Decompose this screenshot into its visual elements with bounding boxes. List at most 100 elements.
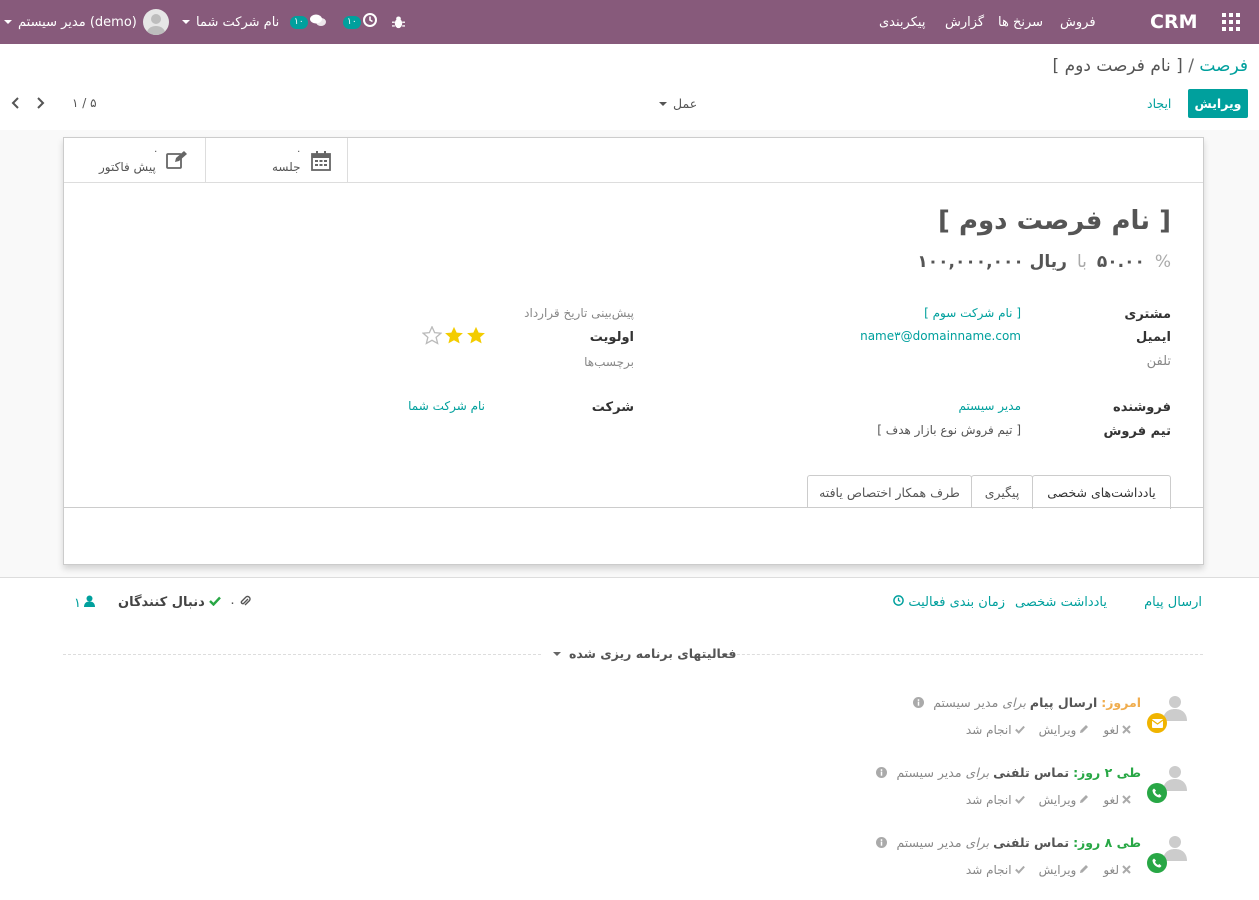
comments-icon xyxy=(309,14,326,31)
breadcrumb-parent[interactable]: فرصت xyxy=(1199,56,1248,76)
planned-activities-toggle[interactable]: فعالیتهای برنامه ریزی شده xyxy=(553,646,736,661)
pager-previous-icon[interactable] xyxy=(10,97,20,113)
cancel-activity-button[interactable]: لغو xyxy=(1103,863,1131,877)
phone-icon xyxy=(1147,853,1167,873)
followers-button[interactable]: ۱ xyxy=(74,595,95,611)
smart-button-box: ۰ پیش فاکتور ۰ جلسه xyxy=(64,138,1203,183)
info-icon[interactable] xyxy=(913,697,925,712)
email-link[interactable]: name۳@domainname.com xyxy=(860,329,1021,343)
messaging-menu[interactable]: ۱۰ xyxy=(290,0,326,44)
activity-for: برای xyxy=(965,835,990,850)
customer-label: مشتری xyxy=(1124,307,1171,322)
activity-due: امروز: xyxy=(1101,695,1141,710)
activity-type: ارسال پیام xyxy=(1029,695,1098,710)
expected-closing-label: پیش‌بینی تاریخ قرارداد xyxy=(524,306,634,320)
activities-menu[interactable]: ۱۰ xyxy=(343,0,377,44)
edit-activity-button[interactable]: ویرایش xyxy=(1039,863,1090,877)
tab-followup[interactable]: پیگیری xyxy=(971,475,1033,508)
breadcrumb-current: [ نام فرصت دوم ] xyxy=(1052,56,1183,76)
salesperson-label: فروشنده xyxy=(1113,400,1171,415)
user-icon xyxy=(83,595,95,611)
activity-for: برای xyxy=(1002,695,1026,710)
caret-down-icon xyxy=(553,651,561,656)
tab-assigned-partner[interactable]: طرف همکار اختصاص یافته xyxy=(807,475,972,508)
salesperson-link[interactable]: مدیر سیستم xyxy=(959,399,1022,413)
cancel-activity-button[interactable]: لغو xyxy=(1103,793,1131,807)
record-title: [ نام فرصت دوم ] xyxy=(938,206,1171,236)
tab-internal-notes[interactable]: یادداشت‌های شخصی xyxy=(1032,475,1171,509)
percent-sign: % xyxy=(1154,252,1171,272)
top-navbar: CRM فروش سرنخ ها گزارش پیکربندی ۱۰ ۱۰ نا… xyxy=(0,0,1259,44)
close-icon xyxy=(1122,723,1131,737)
action-label: عمل xyxy=(673,96,698,111)
app-brand[interactable]: CRM xyxy=(1150,0,1197,44)
calendar-icon xyxy=(311,151,331,175)
user-menu[interactable]: مدیر سیستم (demo) xyxy=(0,0,169,44)
cancel-activity-button[interactable]: لغو xyxy=(1103,723,1131,737)
activity-user: مدیر سیستم xyxy=(896,835,962,850)
followers-count: ۱ xyxy=(74,595,81,611)
mark-done-button[interactable]: انجام شد xyxy=(966,793,1025,807)
schedule-activity-button[interactable]: زمان بندی فعالیت xyxy=(893,595,1005,610)
attachments-button[interactable]: ۰ xyxy=(229,595,251,611)
breadcrumb: فرصت / [ نام فرصت دوم ] xyxy=(1053,56,1248,76)
log-note-button[interactable]: یادداشت شخصی xyxy=(1015,595,1107,610)
action-dropdown[interactable]: عمل xyxy=(659,96,697,111)
probability-value: ۵۰.۰۰ xyxy=(1096,252,1145,272)
edit-document-icon xyxy=(166,151,188,173)
menu-leads[interactable]: سرنخ ها xyxy=(998,0,1043,44)
activity-type: تماس تلفنی xyxy=(993,765,1070,780)
send-message-button[interactable]: ارسال پیام xyxy=(1144,595,1202,610)
meetings-count: ۰ xyxy=(296,146,302,157)
customer-link[interactable]: [ نام شرکت سوم ] xyxy=(924,306,1021,320)
separator-right xyxy=(722,654,1203,655)
control-panel: فرصت / [ نام فرصت دوم ] ویرایش ایجاد عمل… xyxy=(0,44,1259,131)
menu-configuration[interactable]: پیکربندی xyxy=(879,0,925,44)
quotations-smart-button[interactable]: ۰ پیش فاکتور xyxy=(64,138,206,182)
envelope-icon xyxy=(1147,713,1167,733)
priority-label: اولویت xyxy=(589,330,634,345)
close-icon xyxy=(1122,793,1131,807)
edit-button[interactable]: ویرایش xyxy=(1188,89,1248,118)
follow-button[interactable]: دنبال کنندگان xyxy=(118,595,221,610)
sales-team-value[interactable]: [ تیم فروش نوع بازار هدف ] xyxy=(877,423,1021,437)
expected-revenue: ۱۰۰,۰۰۰,۰۰۰ ریال xyxy=(917,252,1067,272)
star-filled-icon[interactable] xyxy=(466,326,486,349)
paperclip-icon xyxy=(239,595,251,611)
menu-reporting[interactable]: گزارش xyxy=(945,0,984,44)
breadcrumb-separator: / xyxy=(1188,56,1194,76)
edit-activity-button[interactable]: ویرایش xyxy=(1039,723,1090,737)
clock-icon xyxy=(893,595,905,610)
activity-type: تماس تلفنی xyxy=(993,835,1070,850)
follow-label: دنبال کنندگان xyxy=(118,595,205,610)
revenue-row: ۱۰۰,۰۰۰,۰۰۰ ریال با ۵۰.۰۰ % xyxy=(917,252,1171,272)
debug-bug-icon[interactable] xyxy=(392,0,405,44)
company-link[interactable]: نام شرکت شما xyxy=(408,399,485,413)
create-button[interactable]: ایجاد xyxy=(1147,96,1171,111)
info-icon[interactable] xyxy=(876,767,888,782)
menu-sales[interactable]: فروش xyxy=(1060,0,1096,44)
pencil-icon xyxy=(1079,793,1089,807)
activity-user: مدیر سیستم xyxy=(933,695,999,710)
pager-next-icon[interactable] xyxy=(36,97,46,113)
star-empty-icon[interactable] xyxy=(421,325,443,349)
info-icon[interactable] xyxy=(876,837,888,852)
chevron-down-icon xyxy=(182,20,190,24)
tab-divider xyxy=(64,507,1203,508)
edit-activity-button[interactable]: ویرایش xyxy=(1039,793,1090,807)
sales-team-label: تیم فروش xyxy=(1103,424,1171,439)
planned-activities-label: فعالیتهای برنامه ریزی شده xyxy=(569,646,737,661)
avatar xyxy=(142,9,169,35)
pager-value[interactable]: ۱ / ۵ xyxy=(72,96,97,110)
company-switcher[interactable]: نام شرکت شما xyxy=(182,0,279,44)
star-filled-icon[interactable] xyxy=(444,326,464,349)
mark-done-button[interactable]: انجام شد xyxy=(966,863,1025,877)
apps-menu-icon[interactable] xyxy=(1222,0,1240,44)
at-label: با xyxy=(1076,252,1087,272)
meetings-smart-button[interactable]: ۰ جلسه xyxy=(206,138,348,182)
activity-due: طی ۲ روز: xyxy=(1073,765,1141,780)
mark-done-button[interactable]: انجام شد xyxy=(966,723,1025,737)
check-icon xyxy=(1014,723,1025,737)
form-sheet: ۰ پیش فاکتور ۰ جلسه [ نام فرصت دوم ] ۱۰۰… xyxy=(63,137,1204,565)
priority-stars[interactable] xyxy=(421,325,486,349)
